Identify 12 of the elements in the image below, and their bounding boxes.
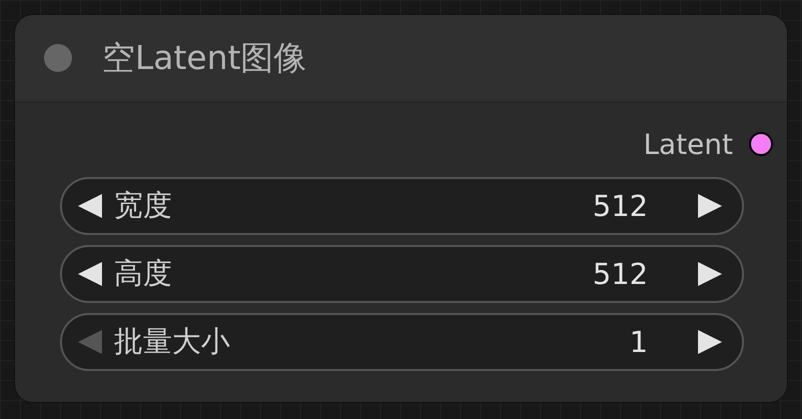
decrement-arrow-icon[interactable] — [76, 260, 104, 288]
number-widget[interactable]: 高度 512 — [60, 245, 744, 303]
number-widget[interactable]: 批量大小 1 — [60, 313, 744, 371]
increment-arrow-icon[interactable] — [696, 260, 724, 288]
output-label: Latent — [643, 128, 733, 160]
collapse-dot-icon[interactable] — [44, 44, 72, 72]
increment-arrow-icon[interactable] — [696, 192, 724, 220]
decrement-arrow-icon[interactable] — [76, 192, 104, 220]
node-title: 空Latent图像 — [102, 36, 307, 78]
increment-arrow-icon[interactable] — [696, 328, 724, 356]
number-widget[interactable]: 宽度 512 — [60, 177, 744, 235]
output-slot-dot[interactable] — [749, 132, 773, 156]
